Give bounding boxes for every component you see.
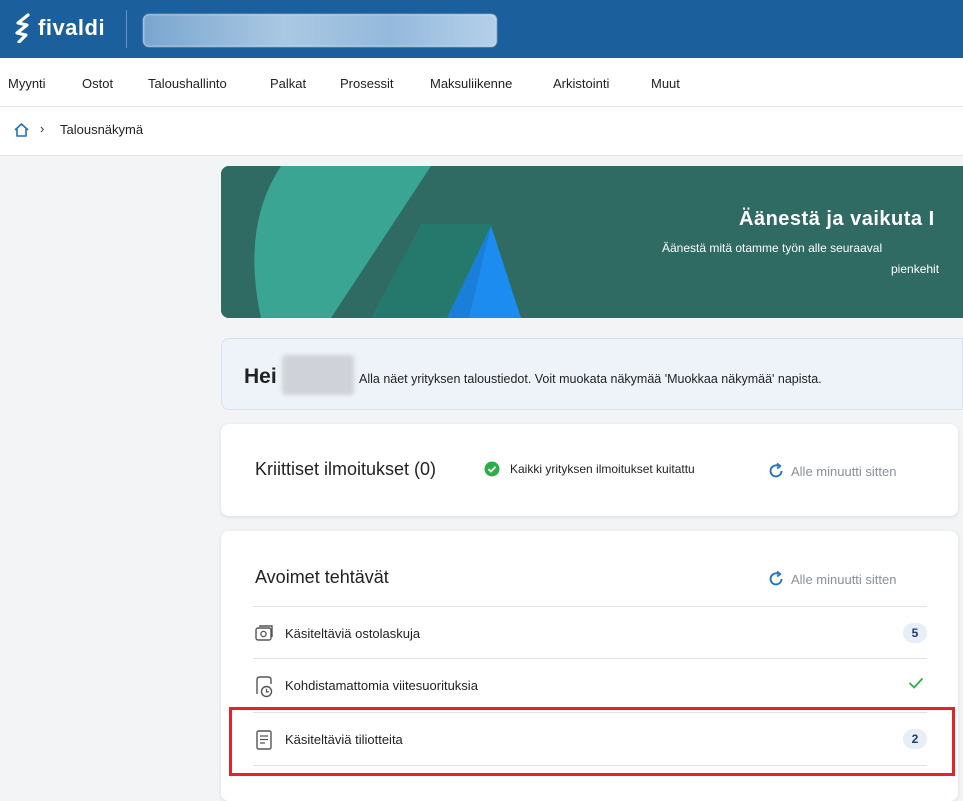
- menu-item-arkistointi[interactable]: Arkistointi: [553, 76, 609, 91]
- breadcrumb: › Talousnäkymä: [0, 107, 963, 156]
- task-label: Kohdistamattomia viitesuorituksia: [285, 678, 478, 693]
- task-row-ostolaskuja[interactable]: Käsiteltäviä ostolaskuja 5: [253, 606, 927, 659]
- payment-clock-icon: [253, 675, 275, 704]
- task-row-tiliotteita[interactable]: Käsiteltäviä tiliotteita 2: [253, 712, 927, 766]
- menu-item-myynti[interactable]: Myynti: [8, 76, 46, 91]
- critical-notifications-title: Kriittiset ilmoitukset (0): [255, 459, 437, 479]
- promo-banner[interactable]: Äänestä ja vaikuta I Äänestä mitä otamme…: [221, 166, 963, 318]
- invoice-icon: [253, 623, 275, 650]
- menu-item-ostot[interactable]: Ostot: [82, 76, 113, 91]
- menu-item-taloushallinto[interactable]: Taloushallinto: [148, 76, 227, 91]
- task-label: Käsiteltäviä tiliotteita: [285, 732, 403, 747]
- check-circle-icon: [484, 461, 500, 482]
- greeting-hello: Hei: [244, 365, 277, 388]
- banner-subtitle-line1: Äänestä mitä otamme työn alle seuraaval: [662, 241, 883, 255]
- header-divider: [126, 10, 127, 48]
- top-bar: fivaldi: [0, 0, 963, 58]
- check-icon: [907, 674, 925, 697]
- user-name-redacted: [282, 355, 354, 395]
- greeting-panel: Hei Alla näet yrityksen taloustiedot. Vo…: [221, 338, 963, 410]
- open-tasks-title: Avoimet tehtävät: [255, 567, 389, 587]
- menu-item-prosessit[interactable]: Prosessit: [340, 76, 393, 91]
- critical-refresh[interactable]: Alle minuutti sitten: [767, 462, 897, 480]
- logo-icon: [15, 13, 30, 43]
- home-icon[interactable]: [13, 122, 30, 143]
- document-list-icon: [253, 729, 275, 756]
- critical-refresh-text: Alle minuutti sitten: [791, 463, 897, 479]
- task-label: Käsiteltäviä ostolaskuja: [285, 626, 421, 641]
- task-count-badge: 2: [903, 729, 927, 749]
- greeting-text: Alla näet yrityksen taloustiedot. Voit m…: [359, 372, 822, 386]
- main-menu: Myynti Ostot Taloushallinto Palkat Prose…: [0, 58, 963, 107]
- critical-notifications-card: Kriittiset ilmoitukset (0) Kaikki yrityk…: [221, 424, 958, 516]
- task-count-badge: 5: [903, 623, 927, 643]
- breadcrumb-separator: ›: [40, 121, 45, 136]
- menu-item-palkat[interactable]: Palkat: [270, 76, 306, 91]
- task-row-viitesuorituksia[interactable]: Kohdistamattomia viitesuorituksia: [253, 658, 927, 711]
- logo-text: fivaldi: [38, 15, 106, 40]
- company-selector[interactable]: [143, 14, 497, 47]
- banner-title: Äänestä ja vaikuta I: [739, 208, 935, 230]
- refresh-icon: [769, 462, 783, 478]
- breadcrumb-current[interactable]: Talousnäkymä: [60, 122, 143, 137]
- tasks-refresh-text: Alle minuutti sitten: [791, 571, 897, 587]
- critical-status-text: Kaikki yrityksen ilmoitukset kuitattu: [510, 462, 695, 476]
- open-tasks-card: Avoimet tehtävät Alle minuutti sitten Kä…: [221, 531, 958, 801]
- banner-subtitle-line2: pienkehit: [891, 262, 940, 276]
- menu-item-muut[interactable]: Muut: [651, 76, 680, 91]
- menu-item-maksuliikenne[interactable]: Maksuliikenne: [430, 76, 512, 91]
- refresh-icon: [769, 570, 783, 586]
- fivaldi-logo[interactable]: fivaldi: [14, 12, 105, 44]
- tasks-refresh[interactable]: Alle minuutti sitten: [767, 570, 897, 588]
